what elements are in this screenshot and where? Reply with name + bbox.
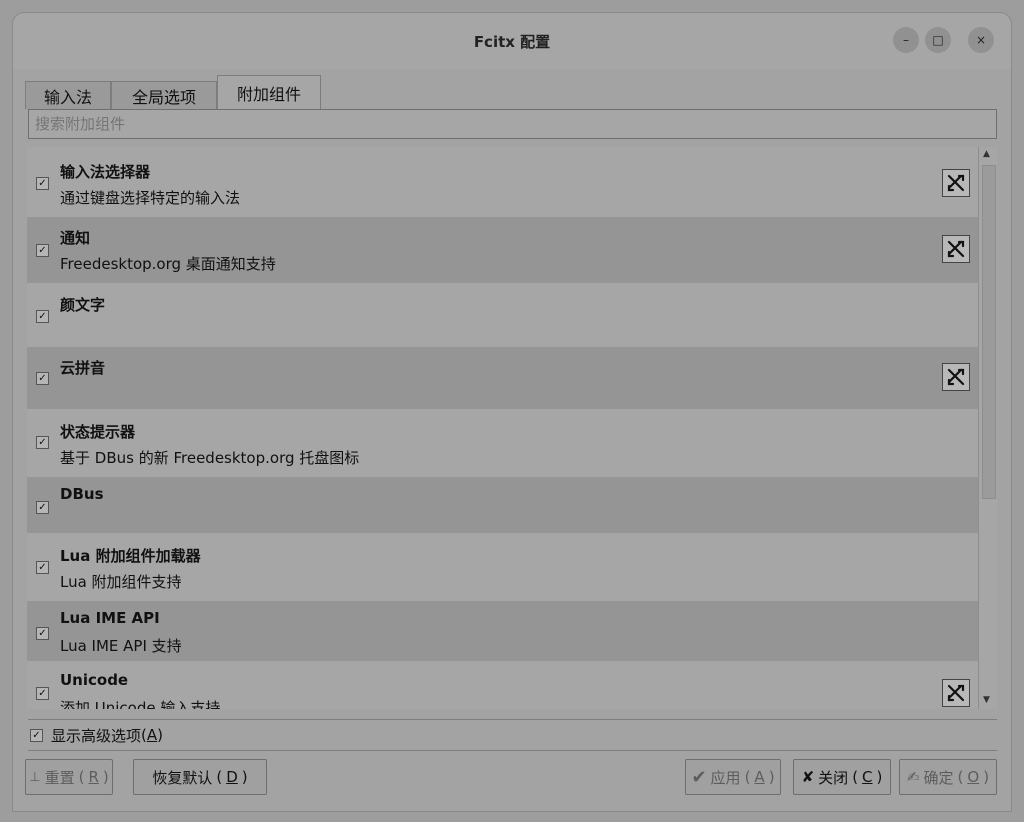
close-label: 关闭 — [818, 768, 849, 787]
addon-name: 云拼音 — [60, 359, 106, 377]
window-title: Fcitx 配置 — [473, 33, 551, 51]
addon-name: 状态提示器 — [60, 423, 136, 441]
addon-list: ✓ 输入法选择器 通过键盘选择特定的输入法 ✓ 通知 Freedesktop.o… — [27, 147, 997, 709]
addon-description: Freedesktop.org 桌面通知支持 — [60, 255, 276, 273]
minimize-button[interactable]: – — [893, 27, 919, 53]
advanced-mnemonic: A — [146, 726, 158, 744]
addon-list-scrollbar[interactable]: ▲ ▼ — [978, 147, 997, 709]
defaults-label: 恢复默认 — [152, 768, 213, 787]
addon-name: 颜文字 — [60, 296, 106, 314]
addon-row-cloud-pinyin[interactable]: ✓ 云拼音 — [27, 347, 978, 409]
addon-name: 通知 — [60, 229, 91, 247]
addon-row-lua-loader[interactable]: ✓ Lua 附加组件加载器 Lua 附加组件支持 — [27, 533, 978, 601]
title-bar[interactable]: Fcitx 配置 – □ × — [13, 13, 1011, 69]
scroll-down-arrow-icon[interactable]: ▼ — [983, 695, 990, 705]
addon-enable-checkbox[interactable]: ✓ — [36, 687, 49, 700]
restore-defaults-button[interactable]: 恢复默认(D) — [133, 759, 267, 795]
addon-row-lua-ime-api[interactable]: ✓ Lua IME API Lua IME API 支持 — [27, 601, 978, 661]
ok-icon: ✍ — [906, 768, 920, 786]
ok-button[interactable]: ✍ 确定(O) — [899, 759, 997, 795]
reset-button[interactable]: ⊥ 重置(R) — [25, 759, 113, 795]
tab-addons[interactable]: 附加组件 — [217, 75, 321, 109]
addon-row-status-notifier[interactable]: ✓ 状态提示器 基于 DBus 的新 Freedesktop.org 托盘图标 — [27, 409, 978, 477]
addon-row-dbus[interactable]: ✓ DBus — [27, 477, 978, 533]
addon-enable-checkbox[interactable]: ✓ — [36, 372, 49, 385]
x-icon: ✘ — [801, 768, 815, 786]
addon-name: 输入法选择器 — [60, 163, 151, 181]
addon-row-ime-selector[interactable]: ✓ 输入法选择器 通过键盘选择特定的输入法 — [27, 147, 978, 217]
reset-mnemonic: R — [88, 768, 99, 786]
scroll-up-arrow-icon[interactable]: ▲ — [983, 149, 990, 159]
addon-description: 通过键盘选择特定的输入法 — [60, 189, 241, 207]
addon-description: Lua IME API 支持 — [60, 637, 182, 655]
maximize-button[interactable]: □ — [925, 27, 951, 53]
apply-label: 应用 — [710, 768, 741, 787]
configure-tools-icon[interactable] — [942, 169, 970, 197]
defaults-mnemonic: D — [226, 768, 238, 786]
addon-row-unicode[interactable]: ✓ Unicode 添加 Unicode 输入支持 — [27, 661, 978, 709]
addon-enable-checkbox[interactable]: ✓ — [36, 177, 49, 190]
reset-label: 重置 — [44, 768, 75, 787]
addon-enable-checkbox[interactable]: ✓ — [36, 436, 49, 449]
advanced-label: 显示高级选项 — [51, 726, 142, 745]
apply-button[interactable]: ✔ 应用(A) — [685, 759, 781, 795]
close-window-button[interactable]: × — [968, 27, 994, 53]
configure-tools-icon[interactable] — [942, 363, 970, 391]
addon-description: Lua 附加组件支持 — [60, 573, 182, 591]
addon-enable-checkbox[interactable]: ✓ — [36, 244, 49, 257]
scrollbar-thumb[interactable] — [982, 165, 996, 499]
addon-name: Lua IME API — [60, 609, 160, 627]
reset-icon: ⊥ — [29, 769, 41, 785]
addon-enable-checkbox[interactable]: ✓ — [36, 501, 49, 514]
ok-mnemonic: O — [967, 768, 980, 786]
addon-description: 添加 Unicode 输入支持 — [60, 699, 221, 709]
addon-enable-checkbox[interactable]: ✓ — [36, 310, 49, 323]
addon-name: Unicode — [60, 671, 129, 689]
ok-label: 确定 — [923, 768, 954, 787]
close-mnemonic: C — [862, 768, 873, 786]
fcitx-config-window: Fcitx 配置 – □ × 输入法 全局选项 附加组件 ✓ 输入法选择器 通过… — [12, 12, 1012, 812]
addon-row-notification[interactable]: ✓ 通知 Freedesktop.org 桌面通知支持 — [27, 217, 978, 283]
check-icon: ✔ — [691, 766, 707, 788]
addon-enable-checkbox[interactable]: ✓ — [36, 627, 49, 640]
advanced-checkbox[interactable]: ✓ — [30, 728, 43, 742]
addon-enable-checkbox[interactable]: ✓ — [36, 561, 49, 574]
addon-description: 基于 DBus 的新 Freedesktop.org 托盘图标 — [60, 449, 360, 467]
configure-tools-icon[interactable] — [942, 679, 970, 707]
close-button[interactable]: ✘ 关闭(C) — [793, 759, 891, 795]
apply-mnemonic: A — [754, 768, 765, 786]
tab-input-method[interactable]: 输入法 — [25, 81, 111, 109]
show-advanced-options[interactable]: ✓ 显示高级选项(A) — [28, 719, 997, 751]
configure-tools-icon[interactable] — [942, 235, 970, 263]
tab-global-options[interactable]: 全局选项 — [111, 81, 217, 109]
addon-search-input[interactable] — [28, 109, 997, 139]
addon-name: DBus — [60, 485, 104, 503]
addon-name: Lua 附加组件加载器 — [60, 547, 201, 565]
addon-row-kaomoji[interactable]: ✓ 颜文字 — [27, 283, 978, 347]
